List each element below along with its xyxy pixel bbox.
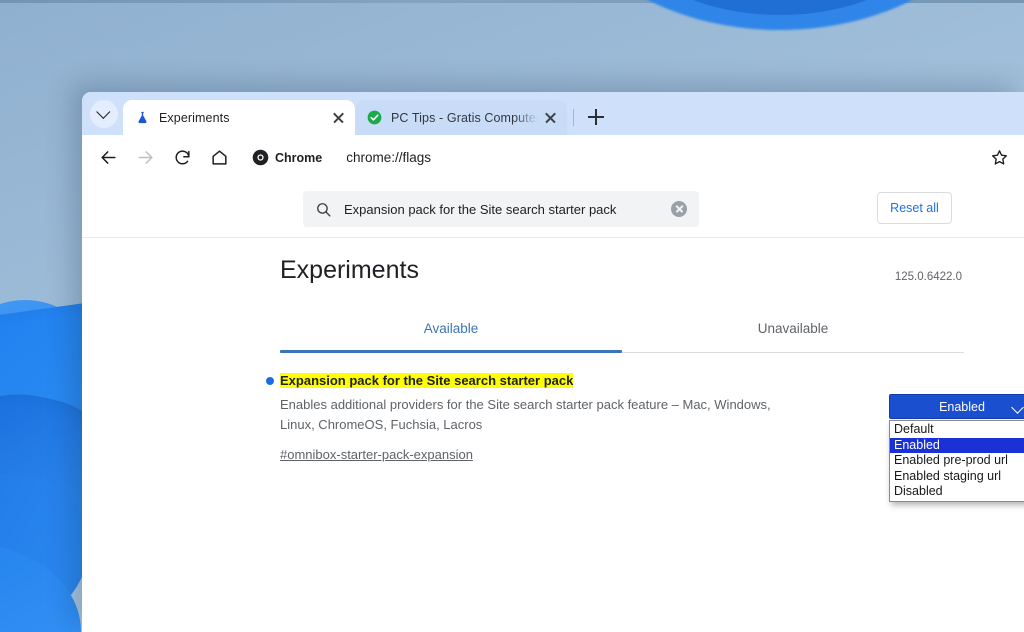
search-input-value: Expansion pack for the Site search start… <box>344 201 617 217</box>
back-arrow-icon <box>100 151 116 164</box>
reload-icon <box>174 150 190 165</box>
chrome-logo-icon <box>252 149 269 166</box>
select-option[interactable]: Disabled <box>890 484 1024 500</box>
tab-unavailable[interactable]: Unavailable <box>622 315 964 353</box>
clear-search-icon[interactable] <box>671 201 687 217</box>
close-icon[interactable] <box>542 109 559 126</box>
flag-select-options[interactable]: Default Enabled Enabled pre-prod url Ena… <box>889 420 1024 502</box>
experiments-header: Experiments 125.0.6422.0 <box>82 238 1024 300</box>
tab-search-button[interactable] <box>90 100 118 128</box>
browser-tab-experiments[interactable]: Experiments <box>123 100 355 135</box>
tab-available[interactable]: Available <box>280 315 622 353</box>
flag-permalink[interactable]: #omnibox-starter-pack-expansion <box>280 447 473 462</box>
browser-toolbar: Chrome chrome://flags <box>82 135 1024 180</box>
chrome-version: 125.0.6422.0 <box>894 271 962 283</box>
close-icon[interactable] <box>330 109 347 126</box>
search-input[interactable]: Expansion pack for the Site search start… <box>303 191 699 227</box>
star-icon <box>991 150 1007 165</box>
tab-strip: Experiments PC Tips - Gratis Computer Ti… <box>82 92 1024 135</box>
address-bar[interactable]: Chrome chrome://flags <box>245 142 978 174</box>
back-button[interactable] <box>92 142 124 174</box>
search-icon <box>317 202 331 217</box>
chevron-down-icon <box>1011 401 1024 414</box>
flag-select-value: Enabled <box>939 399 985 414</box>
select-option[interactable]: Enabled <box>890 437 1024 453</box>
flag-select[interactable]: Enabled Default Enabled Enabled pre-prod… <box>889 394 1024 502</box>
select-option[interactable]: Default <box>890 422 1024 438</box>
home-icon <box>211 150 227 165</box>
tab-separator <box>573 109 574 126</box>
flag-name: Expansion pack for the Site search start… <box>280 373 574 388</box>
chrome-origin-chip[interactable]: Chrome <box>245 144 334 171</box>
select-option[interactable]: Enabled staging url <box>890 469 1024 485</box>
chrome-chip-label: Chrome <box>275 150 323 165</box>
new-tab-button[interactable] <box>583 104 609 130</box>
omnibox-url-text: chrome://flags <box>346 150 432 165</box>
reload-button[interactable] <box>166 142 198 174</box>
flags-page: Expansion pack for the Site search start… <box>82 180 1024 632</box>
tabs-active-indicator <box>280 350 622 353</box>
flags-content: Experiments 125.0.6422.0 Available Unava… <box>82 238 1024 502</box>
flag-select-button[interactable]: Enabled <box>889 394 1024 419</box>
browser-tab-title: PC Tips - Gratis Computer Tips <box>391 110 538 125</box>
browser-window: Experiments PC Tips - Gratis Computer Ti… <box>82 92 1024 632</box>
browser-tab-title: Experiments <box>159 110 230 125</box>
browser-tab-pctips[interactable]: PC Tips - Gratis Computer Tips <box>355 100 567 135</box>
page-title: Experiments <box>280 256 419 284</box>
flag-entry: Expansion pack for the Site search start… <box>82 372 1024 502</box>
green-check-icon <box>366 110 382 126</box>
select-option[interactable]: Enabled pre-prod url <box>890 453 1024 469</box>
reset-all-button[interactable]: Reset all <box>877 192 952 224</box>
forward-button[interactable] <box>129 142 161 174</box>
home-button[interactable] <box>203 142 235 174</box>
bookmark-button[interactable] <box>984 143 1014 173</box>
flag-modified-dot-icon <box>266 377 274 385</box>
forward-arrow-icon <box>137 151 153 164</box>
flask-icon <box>134 110 150 126</box>
flag-entry-text: Expansion pack for the Site search start… <box>266 372 780 464</box>
chevron-down-icon <box>96 104 111 119</box>
flags-search-bar: Expansion pack for the Site search start… <box>82 180 1024 238</box>
screen: Experiments PC Tips - Gratis Computer Ti… <box>0 0 1024 632</box>
flag-description: Enables additional providers for the Sit… <box>280 397 771 432</box>
flags-tabs: Available Unavailable <box>280 315 964 353</box>
